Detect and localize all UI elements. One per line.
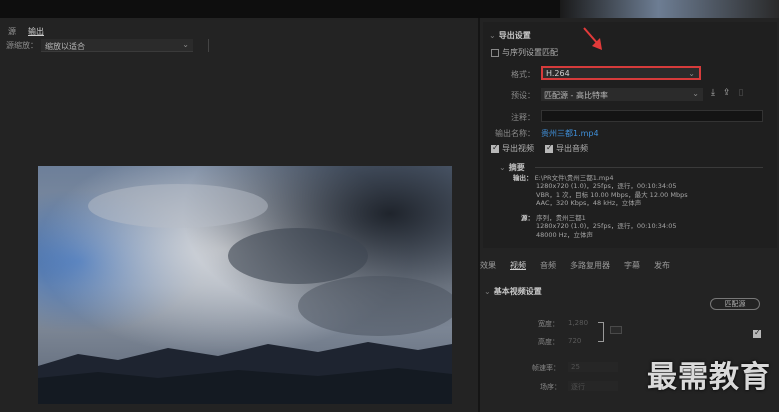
output-summary-details: 1280x720 (1.0)，25fps，逐行，00:10:34:05 VBR，…: [536, 182, 688, 208]
output-name-link[interactable]: 贵州三都1.mp4: [541, 128, 599, 139]
output-summary-label: 输出：: [513, 174, 533, 182]
video-preview: [38, 166, 452, 404]
divider: [208, 39, 209, 52]
chevron-down-icon: ⌄: [499, 163, 506, 172]
title-bar-gradient: [560, 0, 779, 18]
chevron-down-icon: ⌄: [692, 89, 699, 98]
format-label: 格式：: [511, 70, 535, 79]
frame-rate-dropdown[interactable]: 25: [568, 362, 618, 372]
watermark: 最需教育: [647, 360, 771, 395]
output-name-label: 输出名称：: [495, 129, 535, 138]
chevron-down-icon: ⌄: [484, 287, 491, 296]
preview-tabs: 源 输出: [8, 26, 44, 37]
export-video-checkbox[interactable]: [491, 143, 499, 153]
format-value: H.264: [546, 69, 570, 78]
export-video-row[interactable]: 导出视频: [491, 143, 534, 154]
export-settings-title[interactable]: ⌄ 导出设置: [489, 30, 531, 41]
sky-landscape-image: [38, 166, 452, 404]
preset-value: 匹配源 - 高比特率: [544, 91, 608, 100]
link-icon[interactable]: [610, 326, 622, 334]
delete-preset-icon[interactable]: ▯: [739, 88, 744, 98]
source-scale-row: 源缩放： 缩放以适合 ⌄: [6, 39, 193, 52]
source-summary-label: 源：: [521, 214, 534, 222]
export-video-label: 导出视频: [502, 144, 534, 153]
format-dropdown[interactable]: H.264 ⌄: [541, 66, 701, 80]
chevron-down-icon: ⌄: [688, 69, 695, 78]
source-summary-line-2: 1280x720 (1.0)，25fps，逐行，00:10:34:05: [536, 222, 677, 230]
annotation-arrow-icon: [583, 27, 602, 50]
output-summary-line-4: AAC，320 Kbps，48 kHz，立体声: [536, 199, 642, 207]
tab-video[interactable]: 视频: [510, 260, 526, 271]
output-summary-line-3: VBR，1 次，目标 10.00 Mbps，最大 12.00 Mbps: [536, 190, 688, 199]
height-label: 高度：: [538, 338, 559, 346]
width-label: 宽度：: [538, 320, 559, 328]
comment-input[interactable]: [541, 110, 763, 122]
height-value[interactable]: 720: [568, 337, 581, 345]
export-audio-checkbox[interactable]: [545, 143, 553, 153]
settings-tabs: 效果 视频 音频 多路复用器 字幕 发布: [480, 260, 670, 271]
basic-video-settings-title[interactable]: ⌄ 基本视频设置: [484, 286, 542, 297]
export-audio-row[interactable]: 导出音频: [545, 143, 588, 154]
chevron-down-icon: ⌄: [489, 31, 496, 40]
preview-panel: 源 输出 源缩放： 缩放以适合 ⌄: [0, 18, 478, 412]
comment-label: 注释：: [511, 113, 535, 122]
summary-divider: [535, 167, 763, 168]
chevron-down-icon: ⌄: [182, 40, 189, 49]
output-summary-line-1: E:\PR文件\贵州三都1.mp4: [534, 174, 614, 182]
match-sequence-checkbox[interactable]: [491, 48, 499, 57]
summary-title[interactable]: ⌄ 摘要: [499, 162, 525, 173]
tab-output[interactable]: 输出: [28, 26, 44, 37]
field-order-dropdown[interactable]: 逐行: [568, 381, 618, 391]
source-scale-label: 源缩放：: [6, 41, 38, 50]
export-settings-box: ⌄ 导出设置 与序列设置匹配 格式： H.264 ⌄ 预设： 匹配源 - 高比特率…: [483, 22, 777, 248]
import-preset-icon[interactable]: ⇪: [723, 88, 731, 98]
field-order-label: 场序：: [540, 383, 561, 391]
tab-audio[interactable]: 音频: [540, 260, 556, 271]
tab-source[interactable]: 源: [8, 26, 16, 37]
tab-effects[interactable]: 效果: [480, 260, 496, 271]
output-summary-line-2: 1280x720 (1.0)，25fps，逐行，00:10:34:05: [536, 182, 677, 190]
source-summary-details: 1280x720 (1.0)，25fps，逐行，00:10:34:05 4800…: [536, 222, 677, 239]
match-sequence-row[interactable]: 与序列设置匹配: [491, 47, 558, 58]
preset-label: 预设：: [511, 91, 535, 100]
preset-dropdown[interactable]: 匹配源 - 高比特率 ⌄: [541, 88, 703, 101]
width-value[interactable]: 1,280: [568, 319, 588, 327]
tab-captions[interactable]: 字幕: [624, 260, 640, 271]
save-preset-icon[interactable]: ⤓: [711, 88, 715, 98]
tab-publish[interactable]: 发布: [654, 260, 670, 271]
source-summary-line-1: 序列，贵州三都1: [536, 214, 586, 222]
match-source-button[interactable]: 匹配源: [710, 298, 760, 310]
source-scale-dropdown[interactable]: 缩放以适合 ⌄: [41, 39, 193, 52]
preset-actions: ⤓ ⇪ ▯: [711, 88, 743, 98]
export-audio-label: 导出音频: [556, 144, 588, 153]
top-strip: [0, 0, 779, 18]
source-summary-line-3: 48000 Hz，立体声: [536, 230, 594, 239]
tab-multiplexer[interactable]: 多路复用器: [570, 260, 610, 271]
dimension-override-checkbox[interactable]: [753, 328, 761, 340]
source-scale-value: 缩放以适合: [45, 42, 85, 51]
frame-rate-label: 帧速率：: [532, 364, 560, 372]
aspect-bracket: [598, 322, 604, 342]
match-sequence-label: 与序列设置匹配: [502, 48, 558, 57]
